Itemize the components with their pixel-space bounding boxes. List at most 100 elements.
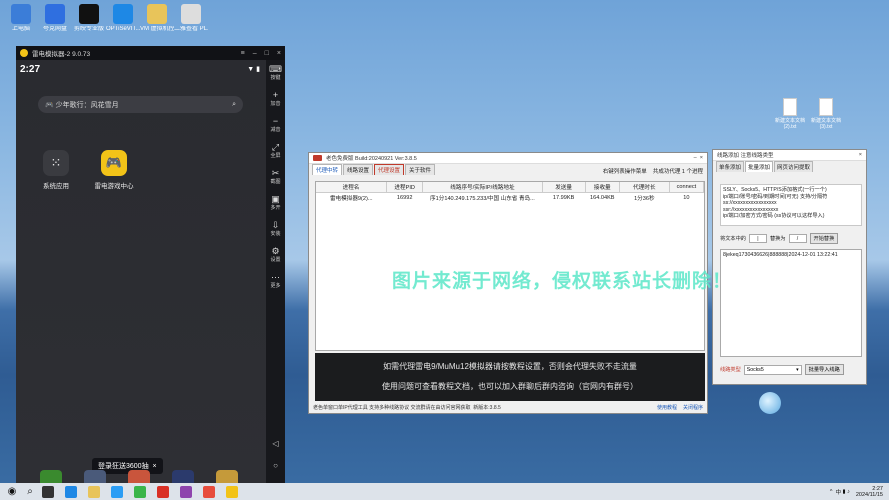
column-header[interactable]: 线路序号/实际IP/线路地址 [422, 182, 543, 193]
sidebar-button-label: 加音 [270, 101, 281, 107]
desktop-file[interactable]: 新建文本文档 (2).txt [772, 98, 808, 130]
sidebar-button[interactable]: ▣ 多开 [266, 190, 285, 216]
add-proxy-tab[interactable]: 单条添加 [716, 161, 745, 172]
column-header[interactable]: 接收量 [585, 182, 620, 193]
sidebar-button[interactable]: ✂ 截图 [266, 164, 285, 190]
app-icon [181, 4, 201, 24]
process-count: 共成功代理 1 个进程 [652, 169, 703, 175]
desktop-icon[interactable]: 上电脑 [4, 4, 38, 33]
sidebar-button-icon: ▣ [271, 194, 280, 204]
sidebar-button[interactable]: ⤢ 全屏 [266, 138, 285, 164]
emulator-titlebar[interactable]: 雷电模拟器-2 9.0.73 ≡ – □ × [16, 46, 285, 60]
info-banner: 如需代理雷电9/MuMu12模拟器请按教程设置，否则会代理失败不走流量 使用问题… [315, 353, 705, 401]
search-icon[interactable]: ⌕ [232, 101, 236, 109]
taskbar-app-icon[interactable] [157, 485, 169, 498]
replace-button[interactable]: 开始替换 [809, 233, 839, 244]
watermark: 图片来源于网络，侵权联系站长删除！ [392, 271, 733, 292]
add-proxy-titlebar[interactable]: 线路添加 注意线路类型 × [713, 150, 866, 161]
app-icon [113, 4, 133, 24]
android-screen[interactable]: 2:27 ▼ ▮ 🎮 少年歌行：风花雪月 ⌕ ⁙ 系统应用 🎮 雷电游戏中心 登录狂送… [16, 60, 266, 492]
proxy-note: 右键列表操作菜单 共成功代理 1 个进程 [603, 167, 703, 175]
start-icon[interactable]: ◉ [6, 486, 18, 498]
sidebar-button-label: 安装 [270, 231, 281, 237]
taskbar-clock[interactable]: 2:27 2024/11/15 [856, 486, 883, 498]
desktop-icon-label: 二雅查看 PL.mp4 [174, 26, 208, 32]
taskbar-app-icon[interactable] [111, 485, 123, 498]
taskbar-app-icon[interactable] [134, 485, 146, 498]
tutorial-link[interactable]: 使用教程 [657, 404, 677, 411]
maximize-icon[interactable]: □ [265, 50, 269, 57]
proxy-logo-icon [313, 155, 322, 161]
sidebar-button-icon: ⇩ [271, 220, 280, 230]
table-cell-pid: 16992 [396, 194, 413, 201]
proxy-tab[interactable]: 代理中转 [312, 164, 343, 175]
close-icon[interactable]: × [151, 463, 156, 470]
table-row[interactable]: 雷电模拟器9(2)... 16992 序1分140.249.175.233/中国 山… [316, 192, 704, 203]
taskbar-app-icon[interactable] [203, 485, 215, 498]
chevron-down-icon: ▾ [796, 366, 799, 373]
sidebar-button-icon: − [272, 116, 279, 126]
desktop-file[interactable]: 新建文本文档 (3).txt [808, 98, 844, 130]
proxy-tab[interactable]: 代理设置 [374, 164, 405, 175]
banner-line-1: 如需代理雷电9/MuMu12模拟器请按教程设置，否则会代理失败不走流量 [383, 362, 637, 371]
minimize-icon[interactable]: – [253, 50, 257, 57]
sidebar-button[interactable]: ⚙ 设置 [266, 242, 285, 268]
search-bar[interactable]: 🎮 少年歌行：风花雪月 ⌕ [38, 96, 243, 113]
type-value: Socks5 [746, 366, 764, 373]
close-program-link[interactable]: 关闭程序 [683, 404, 703, 411]
taskbar-app-icon[interactable] [42, 485, 54, 498]
sidebar-button[interactable]: ⌨ 按键 [266, 60, 285, 86]
column-header[interactable]: 代理时长 [619, 182, 670, 193]
replace-from-input[interactable]: | [748, 234, 767, 243]
desktop-icon[interactable]: 夸克网盘 [38, 4, 72, 33]
android-app[interactable]: 🎮 雷电游戏中心 [89, 150, 139, 190]
proxy-text-area[interactable]: 8jekeq1730436626|888888|2024-12-01 13:22… [720, 249, 862, 357]
taskbar-app-icon[interactable] [88, 485, 100, 498]
add-proxy-tab[interactable]: 批量添加 [745, 161, 774, 172]
column-header[interactable]: 进程PID [386, 182, 424, 193]
format-line: ss://xxxxxxxxxxxxxxxxx [723, 200, 777, 207]
proxy-tab[interactable]: 线路设置 [343, 164, 374, 175]
type-select[interactable]: Socks5 ▾ [743, 364, 802, 375]
taskbar-app-icon[interactable] [226, 485, 238, 498]
desktop-icon-label: VM 虚拟机控件装依器+日... [140, 26, 174, 32]
close-icon[interactable]: × [859, 152, 862, 158]
emulator-window[interactable]: 雷电模拟器-2 9.0.73 ≡ – □ × 2:27 ▼ ▮ 🎮 少年歌行：风… [16, 46, 285, 492]
sidebar-button-label: 更多 [270, 283, 281, 289]
proxy-tab[interactable]: 关于软件 [405, 164, 436, 175]
sidebar-button[interactable]: − 减音 [266, 112, 285, 138]
add-proxy-title: 线路添加 注意线路类型 [717, 153, 774, 159]
sidebar-button-label: 多开 [270, 205, 281, 211]
replace-to-input[interactable]: / [788, 234, 807, 243]
desktop-icon[interactable]: 剪映专业版 [72, 4, 106, 33]
sidebar-button[interactable]: ⇩ 安装 [266, 216, 285, 242]
system-apps-icon: ⁙ [43, 150, 69, 176]
add-proxy-window[interactable]: 线路添加 注意线路类型 × 单条添加 批量添加 网页访问提取 SSLY、Socks5… [712, 149, 867, 385]
proxy-titlebar[interactable]: 老色免费版 Build:20240921 Ver:3.8.5 – × [309, 153, 707, 164]
import-button[interactable]: 批量导入线路 [804, 364, 844, 375]
floating-orb-icon[interactable] [759, 392, 781, 414]
taskbar-app-icon[interactable] [65, 485, 77, 498]
sidebar-button[interactable]: + 加音 [266, 86, 285, 112]
add-proxy-tab[interactable]: 网页访问提取 [774, 161, 814, 172]
column-header[interactable]: 进程名 [316, 182, 387, 193]
app-icon [11, 4, 31, 24]
close-icon[interactable]: × [277, 50, 281, 57]
desktop-file-label: 新建文本文档 (2).txt [774, 118, 805, 130]
search-icon[interactable]: ⌕ [24, 486, 36, 498]
desktop-icon[interactable]: 二雅查看 PL.mp4 [174, 4, 208, 33]
sidebar-button[interactable]: ⋯ 更多 [266, 268, 285, 294]
emulator-sidebar: ⌨按键+加音−减音⤢全屏✂截图▣多开⇩安装⚙设置⋯更多◁○□ [266, 60, 285, 492]
column-header[interactable]: 发送量 [542, 182, 586, 193]
column-header[interactable]: connect [669, 182, 705, 193]
system-tray: ^ 中 ▮ ♪ 2:27 2024/11/15 [830, 483, 883, 500]
desktop-icon[interactable]: OPTiSeVIT... [106, 4, 140, 33]
desktop-icon[interactable]: VM 虚拟机控件装依器+日... [140, 4, 174, 33]
android-app[interactable]: ⁙ 系统应用 [31, 150, 81, 190]
network-icon[interactable]: ▮ ♪ [841, 489, 850, 495]
menu-icon[interactable]: ≡ [241, 50, 245, 57]
taskbar-app-icon[interactable] [180, 485, 192, 498]
sidebar-button-icon: ⌨ [269, 64, 282, 74]
close-icon[interactable]: × [700, 155, 703, 161]
replace-to-label: 替换为 [769, 236, 786, 242]
